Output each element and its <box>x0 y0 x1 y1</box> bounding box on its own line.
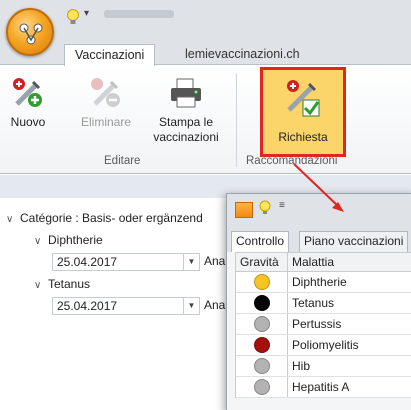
chevron-down-icon[interactable]: ∨ <box>34 232 48 252</box>
ribbon-separator <box>236 73 237 167</box>
tab-vaccinazioni[interactable]: Vaccinazioni <box>64 44 156 66</box>
date-value: 25.04.2017 <box>57 299 118 313</box>
nuovo-button[interactable]: Nuovo <box>4 71 52 130</box>
tree-item-diphtherie[interactable]: ∨ Diphtherie <box>34 230 103 250</box>
popup-app-icon[interactable] <box>235 202 253 218</box>
severity-cell <box>236 335 288 355</box>
tab-controllo[interactable]: Controllo <box>231 231 290 252</box>
severity-cell <box>236 314 288 334</box>
disease-cell: Pertussis <box>292 317 342 331</box>
quick-access-dropdown-icon[interactable]: ≡ <box>279 200 285 211</box>
eliminare-button[interactable]: Eliminare <box>76 71 136 130</box>
request-check-icon <box>283 76 323 123</box>
severity-dot-icon <box>253 379 270 395</box>
richiesta-button[interactable]: Richiesta <box>260 67 346 157</box>
truncated-column-text: Ana <box>204 298 226 312</box>
quick-access-dropdown-icon[interactable]: ▾ <box>84 8 89 19</box>
popup-title-bar: ≡ <box>227 194 411 228</box>
lightbulb-icon[interactable] <box>66 8 80 29</box>
stampa-vaccinazioni-button[interactable]: Stampa le vaccinazioni <box>146 71 226 145</box>
ribbon-tabs: Vaccinazioni lemievaccinazioni.ch <box>0 40 411 66</box>
group-label-editare: Editare <box>104 155 141 167</box>
severity-cell <box>236 272 288 292</box>
severity-cell <box>236 293 288 313</box>
eliminare-label: Eliminare <box>80 115 131 129</box>
dropdown-arrow-icon[interactable]: ▼ <box>183 298 199 314</box>
grid-body: Diphtherie Tetanus Pertussis Poliomyelitis H… <box>236 272 411 398</box>
tab-lemievaccinazioni[interactable]: lemievaccinazioni.ch <box>175 44 310 66</box>
severity-dot-icon <box>253 274 270 290</box>
nuovo-label: Nuovo <box>10 115 46 129</box>
severity-dot-icon <box>253 295 270 311</box>
app-menu-orb[interactable] <box>6 8 54 56</box>
table-row[interactable]: Pertussis <box>236 314 411 335</box>
richiesta-label: Richiesta <box>278 130 328 144</box>
app-logo-icon <box>19 23 43 45</box>
disease-cell: Tetanus <box>292 296 335 310</box>
printer-icon <box>146 71 226 115</box>
severity-dot-icon <box>253 358 270 374</box>
add-vaccine-icon <box>4 71 52 115</box>
disease-grid: Gravità Malattia Diphtherie Tetanus Pertus… <box>235 252 411 398</box>
tree-category-label: Catégorie : Basis- oder ergänzend <box>20 211 203 225</box>
chevron-down-icon[interactable]: ∨ <box>34 276 48 296</box>
richiesta-popup-window: ≡ Controllo Piano vaccinazioni Gravità M… <box>226 193 411 410</box>
table-row[interactable]: Hib <box>236 356 411 377</box>
disease-cell: Poliomyelitis <box>292 338 359 352</box>
table-row[interactable]: Hepatitis A <box>236 377 411 398</box>
date-value: 25.04.2017 <box>57 255 118 269</box>
tree-item-label: Tetanus <box>48 277 91 291</box>
column-header-gravita[interactable]: Gravità <box>236 253 288 271</box>
ribbon: Nuovo Eliminare Stampa le vaccinazioni E… <box>0 64 411 174</box>
tree-item-tetanus[interactable]: ∨ Tetanus <box>34 274 90 294</box>
table-row[interactable]: Tetanus <box>236 293 411 314</box>
window-title-blurred <box>104 10 174 18</box>
truncated-column-text: Ana <box>204 254 226 268</box>
chevron-down-icon[interactable]: ∨ <box>6 210 20 230</box>
dropdown-arrow-icon[interactable]: ▼ <box>183 254 199 270</box>
disease-cell: Hepatitis A <box>292 380 350 394</box>
title-bar: ▾ <box>0 0 411 40</box>
severity-cell <box>236 377 288 397</box>
table-row[interactable]: Poliomyelitis <box>236 335 411 356</box>
lightbulb-icon[interactable] <box>259 200 271 219</box>
stampa-label-line2: vaccinazioni <box>153 130 219 144</box>
column-header-malattia[interactable]: Malattia <box>288 253 411 271</box>
disease-cell: Hib <box>292 359 311 373</box>
date-field[interactable]: 25.04.2017 ▼ <box>52 253 200 271</box>
remove-vaccine-icon <box>76 71 136 115</box>
date-field[interactable]: 25.04.2017 ▼ <box>52 297 200 315</box>
tree-category-row[interactable]: ∨ Catégorie : Basis- oder ergänzend <box>6 208 203 228</box>
disease-cell: Diphtherie <box>292 275 347 289</box>
group-label-raccomandazioni: Raccomandazioni <box>246 155 338 167</box>
severity-dot-icon <box>253 316 270 332</box>
tree-item-label: Diphtherie <box>48 233 103 247</box>
tab-piano-vaccinazioni[interactable]: Piano vaccinazioni <box>299 231 409 252</box>
table-row[interactable]: Diphtherie <box>236 272 411 293</box>
popup-tabs: Controllo Piano vaccinazioni <box>227 228 411 252</box>
severity-cell <box>236 356 288 376</box>
grid-header: Gravità Malattia <box>236 253 411 272</box>
severity-dot-icon <box>253 337 270 353</box>
stampa-label-line1: Stampa le <box>158 115 214 129</box>
